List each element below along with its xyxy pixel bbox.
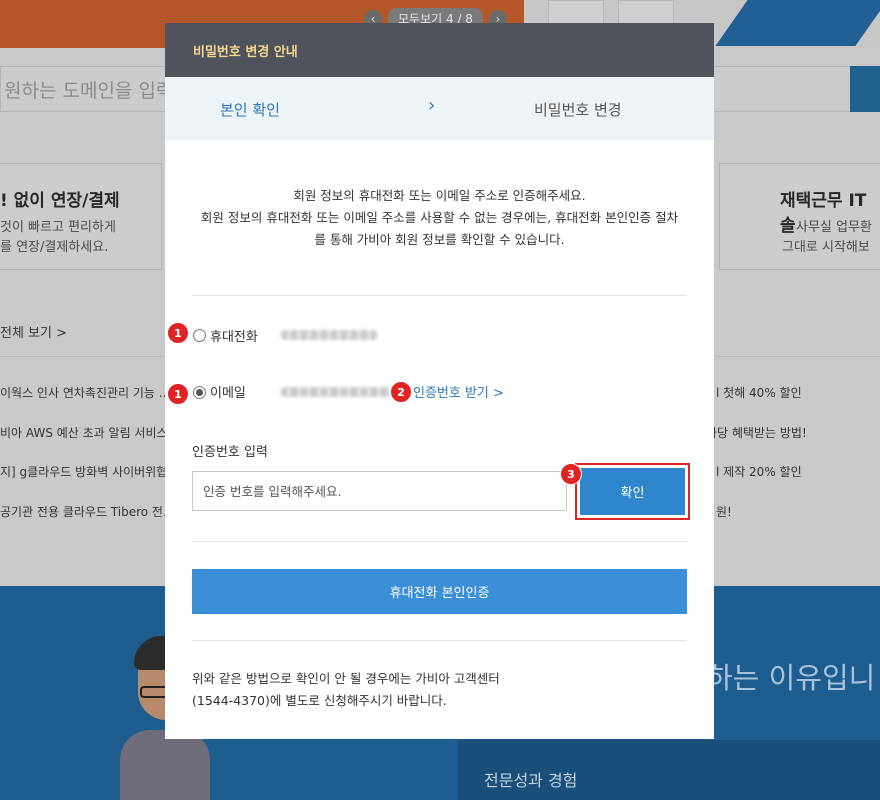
promo-band-heading: 하는 이유입니 xyxy=(706,661,876,695)
step-badge: 2 xyxy=(390,381,412,403)
news-item[interactable]: 비아 AWS 예산 초과 알림 서비스... xyxy=(0,424,179,441)
intro-line: 회원 정보의 휴대전화 또는 이메일 주소를 사용할 수 없는 경우에는, 휴대… xyxy=(200,210,679,225)
divider xyxy=(0,356,165,357)
intro-line: 회원 정보의 휴대전화 또는 이메일 주소로 인증해주세요. xyxy=(293,188,586,203)
modal-title: 비밀번호 변경 안내 xyxy=(193,44,298,60)
email-option-label[interactable]: 이메일 xyxy=(210,382,246,401)
card-text: 를 연장/결제하세요. xyxy=(0,240,109,255)
card-text: 사무실 업무환 xyxy=(796,220,872,235)
divider xyxy=(714,356,880,357)
step-identity-check: 본인 확인 xyxy=(220,101,280,119)
divider xyxy=(192,640,687,641)
masked-email-address xyxy=(281,387,391,397)
card-title: ! 없이 연장/결제 xyxy=(0,191,120,211)
divider xyxy=(192,541,687,542)
step-badge: 1 xyxy=(167,383,189,405)
card-text: 그대로 시작해보 xyxy=(782,240,870,255)
view-all-link[interactable]: 전체 보기 > xyxy=(0,322,67,341)
masked-phone-number xyxy=(281,330,377,340)
code-input-label: 인증번호 입력 xyxy=(192,445,268,460)
get-verification-code-link[interactable]: 인증번호 받기 > xyxy=(413,382,504,401)
news-item[interactable]: 지] g클라우드 방화벽 사이버위협... xyxy=(0,463,179,480)
news-item[interactable]: 하당 혜택받는 방법! xyxy=(706,424,807,441)
step-badge: 1 xyxy=(167,322,189,344)
step-password-change: 비밀번호 변경 xyxy=(534,101,622,119)
verification-code-input[interactable] xyxy=(192,471,567,511)
promo-panel-heading: 전문성과 경험 xyxy=(484,771,578,790)
step-indicator: 본인 확인 › 비밀번호 변경 xyxy=(165,77,714,140)
confirm-highlight: 확인 xyxy=(575,463,690,520)
step-badge: 3 xyxy=(560,463,582,485)
news-item[interactable]: l 첫해 40% 할인 xyxy=(716,384,802,401)
password-change-modal: 비밀번호 변경 안내 본인 확인 › 비밀번호 변경 회원 정보의 휴대전화 또… xyxy=(165,23,714,739)
phone-option-label[interactable]: 휴대전화 xyxy=(210,326,258,345)
intro-text: 회원 정보의 휴대전화 또는 이메일 주소로 인증해주세요. 회원 정보의 휴대… xyxy=(165,185,714,251)
news-item[interactable]: 이웍스 인사 연차촉진관리 기능 ... xyxy=(0,384,170,401)
news-item[interactable]: 원! xyxy=(716,503,732,520)
confirm-button[interactable]: 확인 xyxy=(580,468,685,515)
email-radio[interactable] xyxy=(193,386,206,399)
news-item[interactable]: 공기관 전용 클라우드 Tibero 전... xyxy=(0,503,174,520)
chevron-right-icon: › xyxy=(428,95,436,116)
domain-search-placeholder: 원하는 도메인을 입력 xyxy=(4,80,174,102)
divider xyxy=(192,295,687,296)
footer-note: 위와 같은 방법으로 확인이 안 될 경우에는 가비아 고객센터 (1544-4… xyxy=(192,668,500,712)
footer-line: (1544-4370)에 별도로 신청해주시기 바랍니다. xyxy=(192,693,447,708)
modal-header: 비밀번호 변경 안내 xyxy=(165,23,714,77)
phone-radio[interactable] xyxy=(193,329,206,342)
intro-line: 를 통해 가비아 회원 정보를 확인할 수 있습니다. xyxy=(314,232,565,247)
card-text: 것이 빠르고 편리하게 xyxy=(0,220,116,235)
phone-identity-verification-button[interactable]: 휴대전화 본인인증 xyxy=(192,569,687,614)
news-item[interactable]: l 제작 20% 할인 xyxy=(716,463,802,480)
search-button[interactable] xyxy=(850,66,880,112)
footer-line: 위와 같은 방법으로 확인이 안 될 경우에는 가비아 고객센터 xyxy=(192,671,500,686)
